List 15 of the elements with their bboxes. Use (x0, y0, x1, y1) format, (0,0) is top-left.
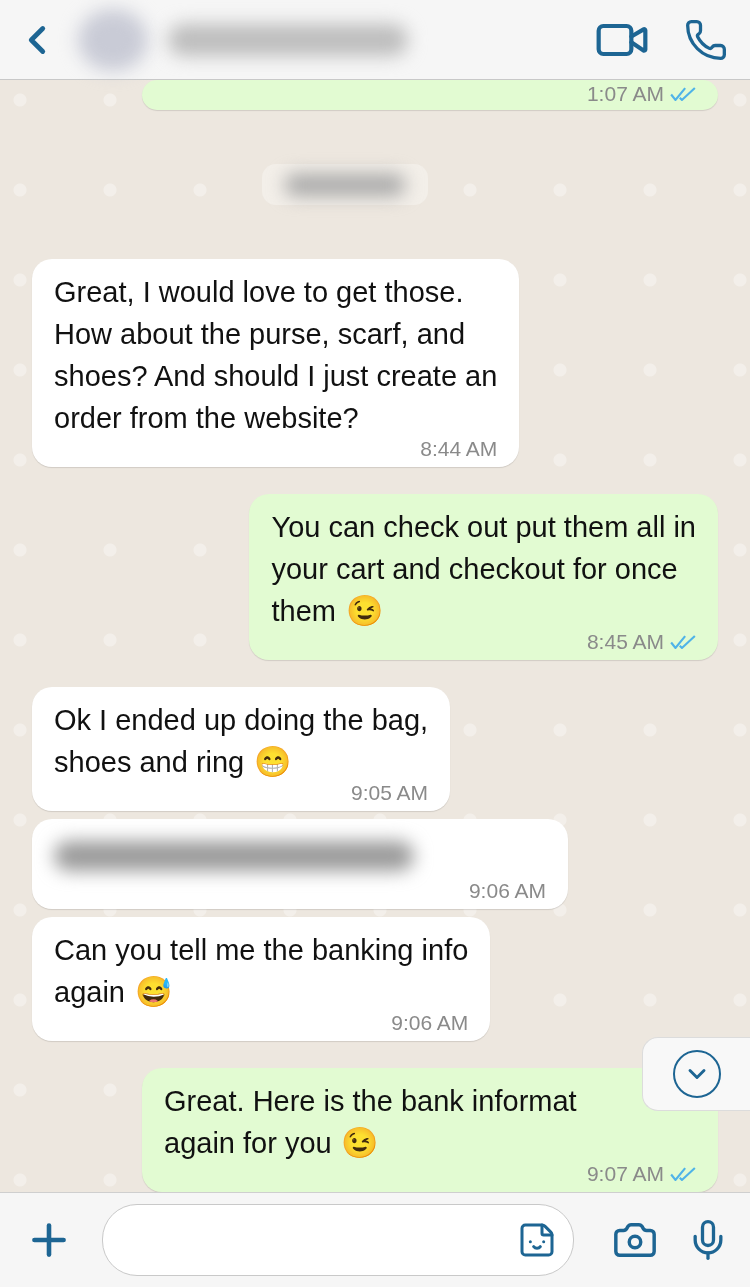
chevron-down-icon (672, 1050, 721, 1098)
message-time: 9:06 AM (391, 1011, 469, 1035)
message-text: You can check out put them all in your cart and checkout for once them 😉 (271, 510, 696, 630)
message-time: 8:44 AM (420, 437, 498, 461)
message-text: Can you tell me the banking info again 😅 (54, 933, 469, 1011)
scroll-down-button[interactable] (642, 1037, 750, 1111)
message-time: 9:06 AM (468, 879, 546, 903)
message-text: Great, I would love to get those. How about the purse, scarf, and shoes? And should I just create an order from the website? (54, 275, 498, 436)
message-text: Great. Here is the bank informat again for you 😉 (164, 1084, 578, 1162)
phone-icon[interactable] (684, 17, 728, 62)
message-text: Ok I ended up doing the bag, shoes and ring 😁 (54, 703, 429, 781)
message-time: 1:07 AM (586, 82, 664, 106)
message-time: 8:45 AM (586, 630, 664, 654)
message-time: 9:07 AM (586, 1162, 664, 1186)
message-time: 9:05 AM (351, 781, 429, 805)
